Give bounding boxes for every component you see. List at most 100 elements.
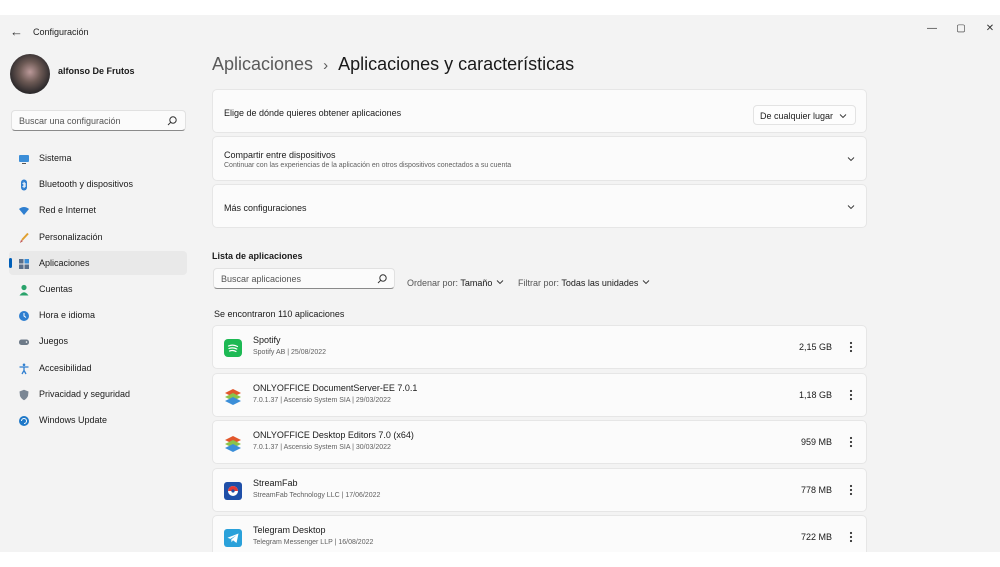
app-name: StreamFab bbox=[253, 477, 298, 488]
sidebar-item-accesibilidad[interactable]: Accesibilidad bbox=[9, 356, 187, 380]
more-options-icon[interactable] bbox=[848, 529, 854, 545]
sidebar-item-label: Sistema bbox=[39, 153, 72, 163]
app-source-dropdown[interactable]: De cualquier lugar bbox=[753, 105, 856, 125]
app-name: ONLYOFFICE DocumentServer-EE 7.0.1 bbox=[253, 382, 418, 393]
brush-icon bbox=[18, 231, 30, 243]
chevron-down-icon bbox=[496, 280, 504, 285]
more-options-icon[interactable] bbox=[848, 387, 854, 403]
share-devices-setting[interactable]: Compartir entre dispositivos Continuar c… bbox=[212, 136, 867, 181]
app-meta: 7.0.1.37 | Ascensio System SIA | 30/03/2… bbox=[253, 444, 391, 451]
app-search-placeholder: Buscar aplicaciones bbox=[221, 274, 302, 284]
onlyoffice-icon bbox=[224, 387, 242, 405]
chevron-down-icon[interactable] bbox=[846, 154, 856, 164]
share-devices-description: Continuar con las experiencias de la apl… bbox=[224, 162, 512, 169]
apps-icon bbox=[18, 257, 30, 269]
sidebar-item-cuentas[interactable]: Cuentas bbox=[9, 277, 187, 301]
sidebar-item-label: Aplicaciones bbox=[39, 257, 90, 268]
search-placeholder: Buscar una configuración bbox=[19, 116, 121, 126]
sidebar-item-privacidad[interactable]: Privacidad y seguridad bbox=[9, 382, 187, 406]
window-title: Configuración bbox=[33, 27, 89, 37]
filter-label: Filtrar por: bbox=[518, 278, 560, 288]
sidebar-item-red[interactable]: Red e Internet bbox=[9, 198, 187, 222]
app-size: 722 MB bbox=[800, 532, 832, 542]
sidebar-nav: Sistema Bluetooth y dispositivos Red e I… bbox=[9, 146, 187, 434]
sidebar-item-label: Bluetooth y dispositivos bbox=[39, 179, 134, 190]
sidebar-item-aplicaciones[interactable]: Aplicaciones bbox=[9, 250, 187, 275]
person-icon bbox=[18, 283, 30, 296]
minimize-icon[interactable]: — bbox=[923, 20, 941, 38]
spotify-icon bbox=[224, 339, 242, 357]
sidebar-item-hora[interactable]: Hora e idioma bbox=[9, 303, 187, 327]
search-icon[interactable] bbox=[376, 272, 388, 290]
sidebar-item-label: Red e Internet bbox=[39, 205, 97, 216]
app-count: Se encontraron 110 aplicaciones bbox=[214, 309, 345, 319]
app-source-value: De cualquier lugar bbox=[760, 111, 834, 121]
more-options-icon[interactable] bbox=[848, 434, 854, 450]
app-size: 778 MB bbox=[800, 484, 832, 495]
back-arrow-icon[interactable]: ← bbox=[10, 24, 23, 39]
app-meta: 7.0.1.37 | Ascensio System SIA | 29/03/2… bbox=[253, 396, 391, 404]
sidebar-item-label: Accesibilidad bbox=[39, 362, 92, 373]
sidebar-item-personalizacion[interactable]: Personalización bbox=[9, 225, 187, 249]
filter-value: Todas las unidades bbox=[561, 278, 639, 288]
chevron-down-icon bbox=[642, 280, 650, 285]
chevron-down-icon[interactable] bbox=[846, 202, 856, 212]
sidebar-item-label: Hora e idioma bbox=[39, 310, 96, 321]
title-bar: ← Configuración — ▢ ✕ bbox=[0, 15, 1000, 49]
app-source-setting: Elige de dónde quieres obtener aplicacio… bbox=[212, 89, 867, 133]
update-icon bbox=[18, 414, 30, 426]
shield-icon bbox=[18, 388, 30, 400]
app-size: 2,15 GB bbox=[798, 342, 832, 352]
app-name: ONLYOFFICE Desktop Editors 7.0 (x64) bbox=[253, 430, 414, 440]
sidebar-item-juegos[interactable]: Juegos bbox=[9, 329, 187, 353]
more-options-icon[interactable] bbox=[848, 339, 854, 355]
breadcrumb-current: Aplicaciones y características bbox=[338, 54, 575, 74]
app-list-title: Lista de aplicaciones bbox=[212, 251, 303, 261]
app-row-onlyoffice-desktop[interactable]: ONLYOFFICE Desktop Editors 7.0 (x64) 7.0… bbox=[212, 420, 867, 464]
sidebar-item-sistema[interactable]: Sistema bbox=[9, 146, 187, 170]
avatar[interactable] bbox=[10, 54, 50, 94]
more-settings-label: Más configuraciones bbox=[224, 203, 307, 213]
app-row-telegram[interactable]: Telegram Desktop Telegram Messenger LLP … bbox=[212, 515, 867, 552]
app-size: 1,18 GB bbox=[798, 389, 832, 400]
gamepad-icon bbox=[18, 335, 30, 347]
sidebar-item-windows-update[interactable]: Windows Update bbox=[9, 408, 187, 432]
app-source-label: Elige de dónde quieres obtener aplicacio… bbox=[224, 108, 402, 118]
active-indicator bbox=[9, 257, 12, 268]
sidebar-item-label: Cuentas bbox=[39, 283, 73, 294]
chevron-down-icon bbox=[839, 114, 847, 119]
monitor-icon bbox=[18, 152, 30, 164]
app-name: Telegram Desktop bbox=[253, 525, 326, 535]
streamfab-icon bbox=[224, 481, 242, 500]
app-name: Spotify bbox=[253, 335, 281, 345]
app-size: 959 MB bbox=[800, 437, 832, 447]
filter-dropdown[interactable]: Filtrar por: Todas las unidades bbox=[518, 277, 651, 288]
more-settings[interactable]: Más configuraciones bbox=[212, 184, 867, 228]
app-row-onlyoffice-docserver[interactable]: ONLYOFFICE DocumentServer-EE 7.0.1 7.0.1… bbox=[212, 372, 867, 417]
more-options-icon[interactable] bbox=[848, 482, 854, 498]
search-icon[interactable] bbox=[166, 114, 178, 132]
share-devices-label: Compartir entre dispositivos bbox=[224, 150, 336, 160]
user-name: alfonso De Frutos bbox=[58, 66, 135, 76]
app-meta: Spotify AB | 25/08/2022 bbox=[253, 349, 327, 356]
sidebar-item-label: Juegos bbox=[39, 336, 69, 347]
maximize-icon[interactable]: ▢ bbox=[952, 20, 970, 38]
sidebar-item-label: Personalización bbox=[39, 231, 103, 242]
sidebar-item-bluetooth[interactable]: Bluetooth y dispositivos bbox=[9, 172, 187, 196]
sort-dropdown[interactable]: Ordenar por: Tamaño bbox=[407, 277, 505, 288]
page-title: Aplicaciones › Aplicaciones y característi… bbox=[212, 54, 574, 75]
app-row-streamfab[interactable]: StreamFab StreamFab Technology LLC | 17/… bbox=[212, 467, 867, 512]
sidebar-item-label: Windows Update bbox=[39, 414, 108, 425]
breadcrumb-separator: › bbox=[323, 57, 329, 74]
close-icon[interactable]: ✕ bbox=[981, 20, 999, 38]
sidebar-item-label: Privacidad y seguridad bbox=[39, 388, 131, 399]
app-search-input[interactable]: Buscar aplicaciones bbox=[213, 268, 395, 289]
accessibility-icon bbox=[18, 362, 30, 374]
app-meta: StreamFab Technology LLC | 17/06/2022 bbox=[253, 491, 381, 499]
settings-search-input[interactable]: Buscar una configuración bbox=[11, 110, 186, 131]
app-meta: Telegram Messenger LLP | 16/08/2022 bbox=[253, 539, 374, 546]
app-row-spotify[interactable]: Spotify Spotify AB | 25/08/2022 2,15 GB bbox=[212, 325, 867, 369]
sort-value: Tamaño bbox=[460, 278, 493, 288]
breadcrumb-parent[interactable]: Aplicaciones bbox=[212, 54, 313, 74]
wifi-icon bbox=[18, 204, 30, 216]
